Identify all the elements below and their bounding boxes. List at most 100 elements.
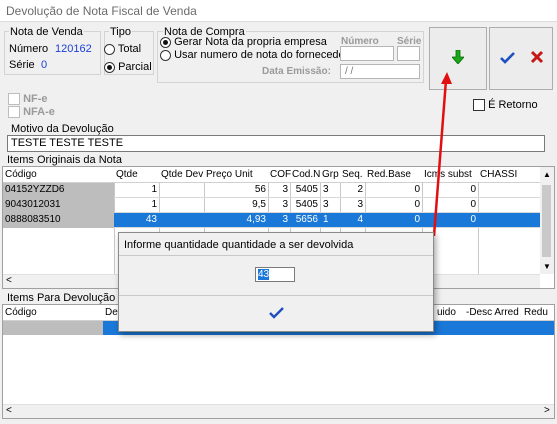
radio-fornecedor-label: Usar numero de nota do fornecedor==> [174, 49, 368, 61]
nfe-checkbox[interactable] [8, 93, 20, 106]
col-codn[interactable]: Cod.N [292, 169, 320, 180]
col-codigo[interactable]: Código [5, 169, 37, 180]
cell-grp: 3 [323, 199, 329, 210]
cell-codn: 5405 [295, 184, 318, 195]
cell-qtde: 1 [151, 199, 157, 210]
cell-codigo: 9043012031 [5, 199, 61, 210]
cell-cof: 3 [282, 199, 288, 210]
nfae-check[interactable]: NFA-e [8, 106, 55, 119]
cell-codn: 5405 [295, 199, 318, 210]
nota-venda-label: Nota de Venda [9, 26, 84, 38]
col-chassi[interactable]: CHASSI [480, 169, 517, 180]
radio-total-circle[interactable] [104, 43, 115, 55]
radio-fornecedor[interactable]: Usar numero de nota do fornecedor==> [160, 49, 368, 61]
table-row-selected[interactable]: 0888083510 43 4,93 3 5656 1 4 0 0 [3, 213, 540, 228]
itens-originais-header: Código Qtde Qtde Dev Preço Unit COF Cod.… [3, 167, 554, 183]
numero-label: Número [9, 43, 49, 55]
col-dev-uido[interactable]: uido [437, 307, 456, 318]
radio-fornecedor-circle[interactable] [160, 49, 171, 61]
cell-icms: 0 [470, 214, 476, 225]
numero-value: 120162 [55, 43, 92, 55]
horizontal-scrollbar-devolucao[interactable]: < > [3, 404, 554, 418]
cell-seq: 2 [357, 184, 363, 195]
cell-red-base: 0 [414, 184, 420, 195]
col-preco-unit[interactable]: Preço Unit [206, 169, 253, 180]
col-red-base[interactable]: Red.Base [367, 169, 411, 180]
cell-red-base: 0 [414, 214, 420, 225]
cell-seq: 3 [357, 199, 363, 210]
cell-preco: 56 [254, 184, 266, 195]
col-seq[interactable]: Seq. [342, 169, 363, 180]
close-icon[interactable] [530, 50, 544, 67]
tipo-label: Tipo [109, 26, 132, 38]
cell-red-base: 0 [414, 199, 420, 210]
radio-parcial-circle[interactable] [104, 61, 115, 73]
compra-numero-input[interactable] [340, 46, 394, 61]
motivo-label: Motivo da Devolução [11, 123, 114, 135]
serie-label: Série [9, 59, 35, 71]
radio-parcial[interactable]: Parcial [104, 61, 152, 73]
cell-icms: 0 [470, 199, 476, 210]
cell-grp: 3 [323, 184, 329, 195]
dialog-prompt: Informe quantidade quantidade a ser devo… [124, 239, 354, 251]
col-icms-subst[interactable]: Icms subst [424, 169, 472, 180]
window-title: Devolução de Nota Fiscal de Venda [6, 4, 197, 18]
scroll-left-icon[interactable]: < [6, 275, 12, 286]
nfe-check[interactable]: NF-e [8, 93, 48, 106]
radio-gerar-nota[interactable]: Gerar Nota da propria empresa [160, 36, 327, 48]
retorno-checkbox[interactable] [473, 99, 485, 112]
retorno-check[interactable]: É Retorno [473, 99, 538, 112]
cell-cof: 3 [282, 184, 288, 195]
radio-gerar-circle[interactable] [160, 36, 171, 48]
check-icon[interactable] [269, 306, 285, 323]
serie-value: 0 [41, 59, 48, 71]
title-bar: Devolução de Nota Fiscal de Venda [0, 0, 557, 22]
cell-seq: 4 [357, 214, 363, 225]
radio-gerar-label: Gerar Nota da propria empresa [174, 36, 327, 48]
down-arrow-icon [451, 49, 465, 67]
radio-parcial-label: Parcial [118, 61, 152, 73]
scroll-left-icon[interactable]: < [6, 405, 12, 416]
scroll-thumb[interactable] [542, 185, 551, 257]
col-dev-codigo[interactable]: Código [5, 307, 37, 318]
nfae-checkbox[interactable] [8, 106, 20, 119]
compra-serie-input[interactable] [397, 46, 420, 61]
nfae-label: NFA-e [23, 106, 55, 118]
cell-codn: 5656 [295, 214, 318, 225]
nfe-label: NF-e [23, 93, 48, 105]
radio-total[interactable]: Total [104, 43, 141, 55]
cell-preco: 9,5 [252, 199, 266, 210]
cell-cof: 3 [282, 214, 288, 225]
col-qtde-dev[interactable]: Qtde Dev [161, 169, 203, 180]
col-qtde[interactable]: Qtde [116, 169, 138, 180]
vertical-scrollbar[interactable]: ▲ ▼ [540, 167, 554, 274]
action-buttons [489, 27, 553, 90]
data-emissao-input[interactable]: / / [340, 64, 420, 79]
quantity-input[interactable]: 43 [255, 267, 295, 282]
download-button[interactable] [429, 27, 487, 90]
cell-preco: 4,93 [246, 214, 266, 225]
col-dev-desc-arred[interactable]: -Desc Arred [466, 307, 519, 318]
data-emissao-label: Data Emissão: [262, 66, 331, 77]
retorno-label: É Retorno [488, 99, 538, 111]
cell-grp: 1 [323, 214, 329, 225]
cell-qtde: 43 [145, 214, 157, 225]
itens-devolucao-label: Items Para Devolução [7, 292, 116, 304]
table-row[interactable]: 9043012031 1 9,5 3 5405 3 3 0 0 [3, 198, 540, 213]
col-grp[interactable]: Grp [322, 169, 339, 180]
cell-codigo: 04152YZZD6 [5, 184, 65, 195]
col-dev-redu[interactable]: Redu [524, 307, 548, 318]
quantity-input-value: 43 [258, 269, 270, 280]
table-row[interactable]: 04152YZZD6 1 56 3 5405 3 2 0 0 [3, 183, 540, 198]
scroll-right-icon[interactable]: > [544, 405, 550, 416]
cell-qtde: 1 [151, 184, 157, 195]
motivo-input[interactable]: TESTE TESTE TESTE [7, 135, 545, 152]
scroll-up-icon[interactable]: ▲ [543, 170, 551, 179]
radio-total-label: Total [117, 43, 142, 55]
itens-originais-label: Items Originais da Nota [7, 154, 122, 166]
cell-codigo: 0888083510 [5, 214, 61, 225]
col-cof[interactable]: COF [270, 169, 291, 180]
scroll-down-icon[interactable]: ▼ [543, 262, 551, 271]
check-icon[interactable] [500, 51, 516, 68]
quantity-dialog: Informe quantidade quantidade a ser devo… [118, 232, 434, 332]
